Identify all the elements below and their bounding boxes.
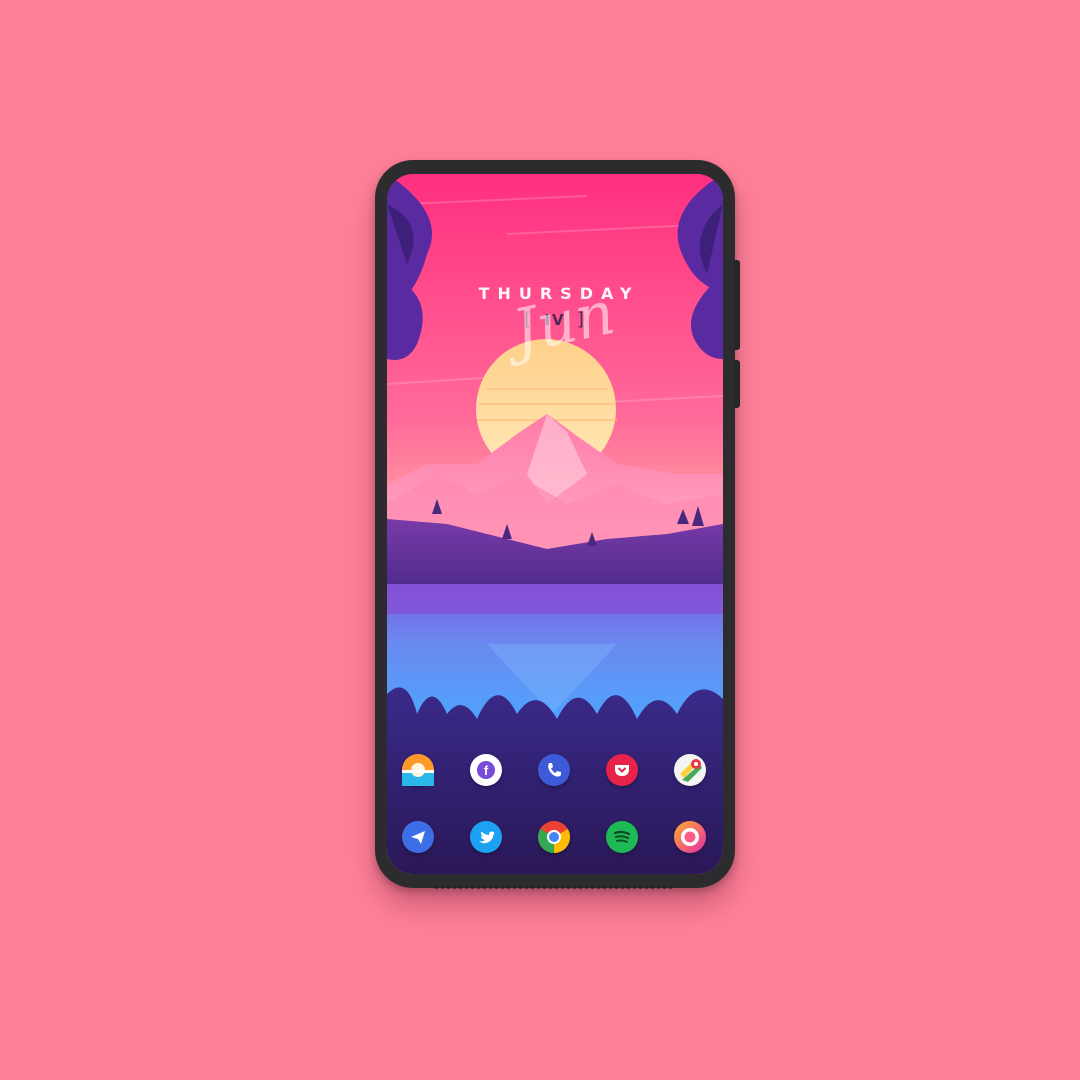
maps-icon[interactable]: [674, 754, 706, 786]
svg-text:f: f: [484, 763, 489, 778]
speaker-grille: [435, 886, 675, 889]
camera-icon[interactable]: [674, 821, 706, 853]
weather-app-icon[interactable]: [402, 754, 434, 786]
volume-button: [734, 260, 740, 350]
dock-row-1: f: [387, 754, 723, 794]
facebook-icon[interactable]: f: [470, 754, 502, 786]
pocket-icon[interactable]: [606, 754, 638, 786]
twitter-icon[interactable]: [470, 821, 502, 853]
power-button: [734, 360, 740, 408]
chrome-icon[interactable]: [538, 821, 570, 853]
phone-screen: THURSDAY [ IV ] Jun f: [387, 174, 723, 874]
dock-row-2: [387, 821, 723, 861]
telegram-icon[interactable]: [402, 821, 434, 853]
spotify-icon[interactable]: [606, 821, 638, 853]
phone-frame: THURSDAY [ IV ] Jun f: [375, 160, 740, 889]
app-dock: f: [387, 739, 723, 874]
phone-icon[interactable]: [538, 754, 570, 786]
